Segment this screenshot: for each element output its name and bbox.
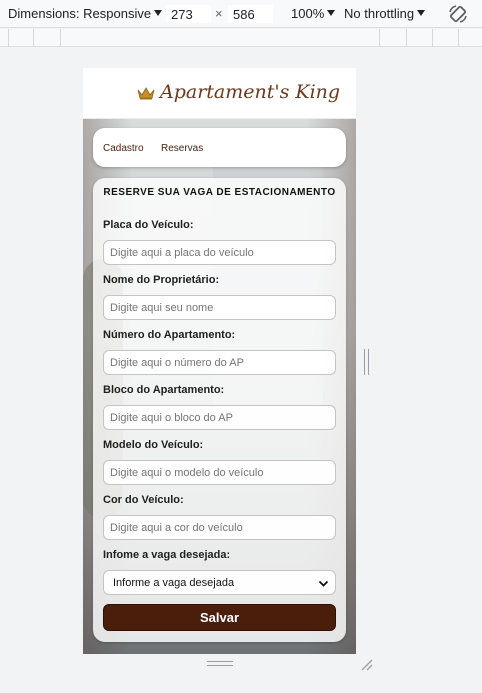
nav-link-cadastro[interactable]: Cadastro — [103, 143, 144, 154]
vertical-resize-handle[interactable] — [364, 349, 369, 375]
reservation-form: RESERVE SUA VAGA DE ESTACIONAMENTO Placa… — [93, 178, 346, 642]
apartamento-input[interactable] — [103, 350, 336, 375]
brand-name: Apartament's King — [160, 81, 341, 103]
caret-down-icon — [154, 10, 163, 16]
caret-down-icon — [417, 10, 426, 16]
vaga-label: Infome a vaga desejada: — [103, 549, 231, 561]
vaga-select[interactable]: Informe a vaga desejada — [103, 570, 336, 595]
height-input[interactable] — [228, 5, 273, 23]
save-button[interactable]: Salvar — [103, 604, 336, 631]
width-input[interactable] — [166, 5, 211, 23]
throttling-label: No throttling — [344, 6, 415, 21]
media-query-ruler — [0, 29, 482, 47]
form-title: RESERVE SUA VAGA DE ESTACIONAMENTO — [103, 187, 336, 198]
cor-label: Cor do Veículo: — [103, 494, 184, 506]
nav-bar: Cadastro Reservas — [93, 128, 346, 167]
crown-icon — [137, 87, 155, 100]
apartamento-label: Número do Apartamento: — [103, 329, 236, 341]
device-viewport: Apartament's King Cadastro Reservas RESE… — [83, 68, 356, 654]
devtools-device-toolbar: Dimensions: Responsive × 100% No throttl… — [0, 0, 482, 28]
chevron-down-icon — [318, 580, 329, 587]
times-sign: × — [215, 6, 223, 21]
vaga-select-value: Informe a vaga desejada — [113, 577, 235, 589]
nav-link-reservas[interactable]: Reservas — [161, 143, 203, 154]
modelo-input[interactable] — [103, 460, 336, 485]
bloco-label: Bloco do Apartamento: — [103, 384, 225, 396]
dimensions-dropdown[interactable]: Dimensions: Responsive — [8, 0, 163, 28]
placa-label: Placa do Veículo: — [103, 219, 194, 231]
throttling-dropdown[interactable]: No throttling — [344, 0, 426, 28]
modelo-label: Modelo do Veículo: — [103, 439, 204, 451]
cor-input[interactable] — [103, 515, 336, 540]
zoom-dropdown[interactable]: 100% — [291, 0, 336, 28]
caret-down-icon — [327, 10, 336, 16]
bloco-input[interactable] — [103, 405, 336, 430]
rotate-icon[interactable] — [447, 3, 469, 25]
site-header: Apartament's King — [83, 68, 356, 119]
resize-corner-icon[interactable] — [360, 658, 373, 671]
placa-input[interactable] — [103, 240, 336, 265]
proprietario-label: Nome do Proprietário: — [103, 274, 220, 286]
zoom-label: 100% — [291, 6, 325, 21]
horizontal-resize-handle[interactable] — [207, 661, 233, 666]
dimensions-label: Dimensions: Responsive — [8, 6, 152, 21]
proprietario-input[interactable] — [103, 295, 336, 320]
